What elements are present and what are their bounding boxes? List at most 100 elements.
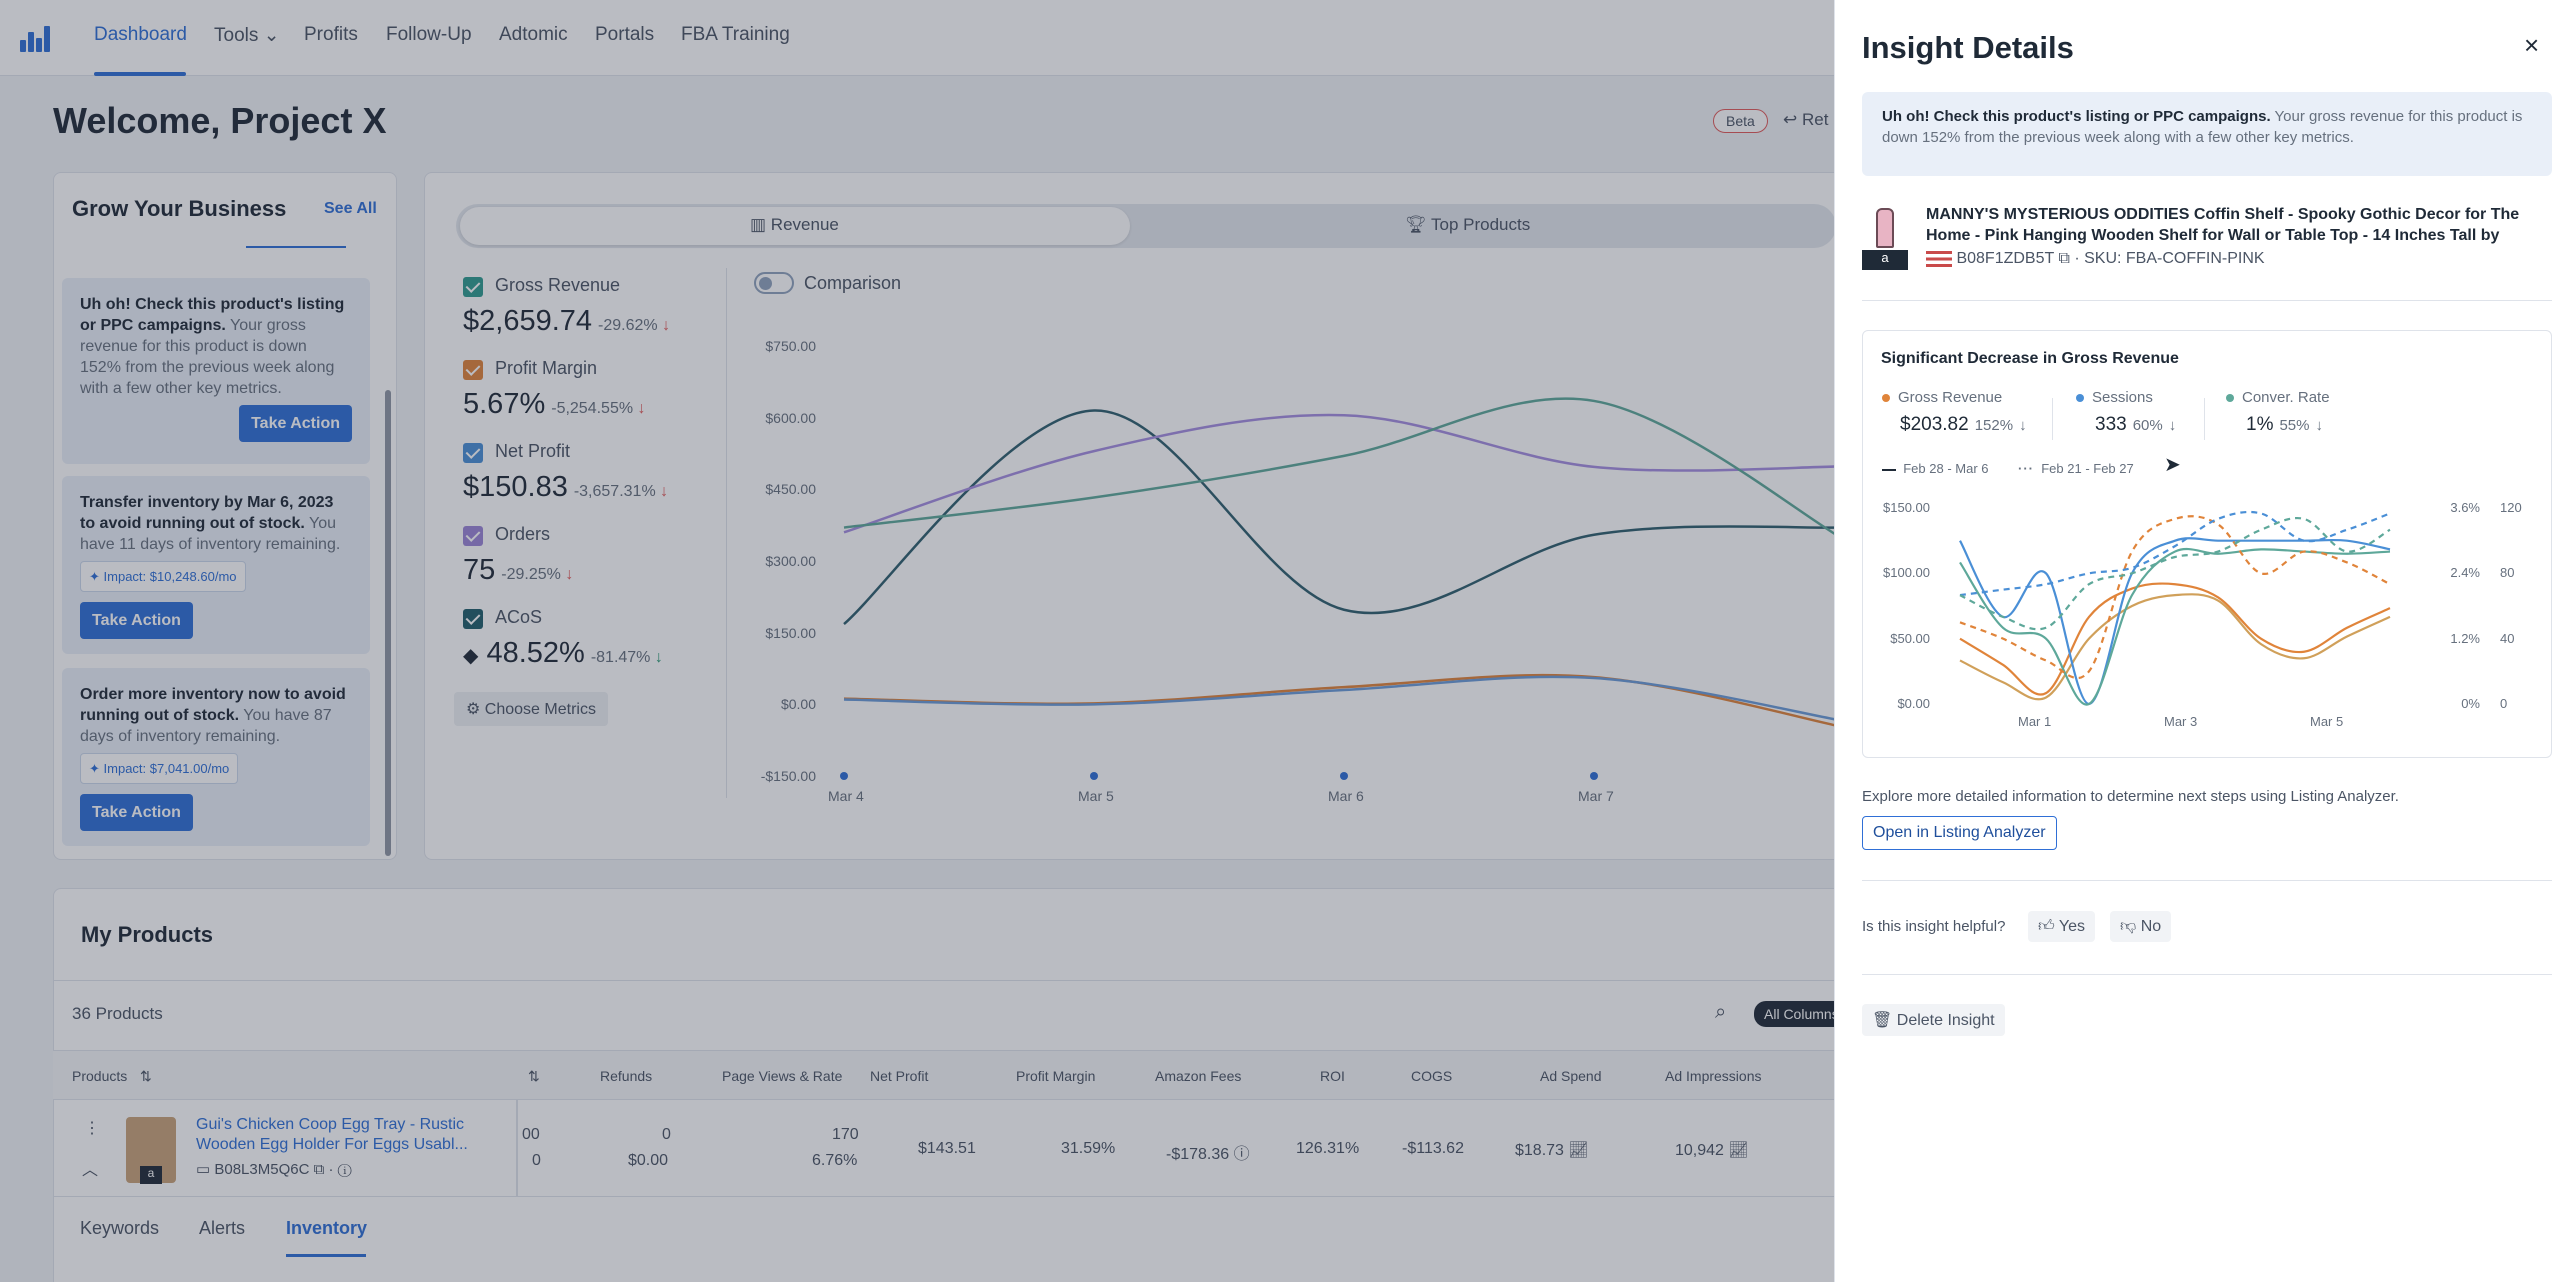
arrow-down-icon: ↓ bbox=[654, 649, 663, 666]
line-chart-icon[interactable]: 📈︎ bbox=[1728, 1142, 1748, 1159]
arrow-down-icon: ↓ bbox=[637, 400, 646, 417]
products-count: 36 Products bbox=[72, 1004, 163, 1023]
x-axis-marker[interactable] bbox=[1590, 772, 1598, 780]
sort-icon[interactable]: ⇅ bbox=[140, 1068, 152, 1085]
col-ad-spend[interactable]: Ad Spend bbox=[1540, 1068, 1602, 1084]
sort-icon[interactable]: ⇅ bbox=[528, 1068, 540, 1085]
checkbox-profit-margin[interactable] bbox=[463, 360, 483, 380]
checkbox-net-profit[interactable] bbox=[463, 443, 483, 463]
col-net-profit[interactable]: Net Profit bbox=[870, 1068, 928, 1084]
panel-title: Insight Details bbox=[1862, 30, 2074, 65]
choose-metrics-button[interactable]: ⚙ Choose Metrics bbox=[454, 692, 608, 726]
close-icon[interactable]: × bbox=[2524, 30, 2539, 61]
nav-profits[interactable]: Profits bbox=[304, 24, 358, 46]
column-divider bbox=[516, 1100, 518, 1196]
trash-icon: 🗑︎ bbox=[1872, 1012, 1893, 1029]
x-axis-marker[interactable] bbox=[1340, 772, 1348, 780]
y-tick-right: 40 bbox=[2500, 630, 2515, 646]
y-tick-mid: 2.4% bbox=[2450, 565, 2480, 581]
series-line-1 bbox=[843, 413, 1834, 534]
copy-icon[interactable]: ⧉ bbox=[314, 1161, 325, 1178]
x-tick-label: Mar 3 bbox=[2164, 714, 2198, 729]
insight-card-order[interactable]: Order more inventory now to avoid runnin… bbox=[62, 668, 370, 846]
app-logo-icon[interactable] bbox=[20, 24, 50, 52]
y-tick-label: $600.00 bbox=[765, 409, 816, 426]
arrow-down-icon: ↓ bbox=[565, 566, 574, 583]
divider bbox=[1862, 300, 2552, 301]
checkbox-orders[interactable] bbox=[463, 526, 483, 546]
series-line-2 bbox=[843, 397, 1834, 535]
metric-change: -29.25% bbox=[501, 566, 561, 583]
col-cogs[interactable]: COGS bbox=[1411, 1068, 1452, 1084]
product-name-link[interactable]: Gui's Chicken Coop Egg Tray - Rustic Woo… bbox=[196, 1115, 486, 1155]
row-menu-icon[interactable]: ⋮ bbox=[84, 1118, 100, 1138]
y-tick-label: $150.00 bbox=[765, 624, 816, 641]
nav-portals[interactable]: Portals bbox=[595, 24, 654, 46]
take-action-button[interactable]: Take Action bbox=[80, 794, 193, 831]
search-icon[interactable]: ⌕ bbox=[1715, 1001, 1726, 1024]
metric-change: -29.62% bbox=[598, 317, 658, 334]
cell-ad-spend: $18.73 📈︎ bbox=[1515, 1142, 1589, 1159]
subtab-keywords[interactable]: Keywords bbox=[80, 1218, 159, 1239]
y-tick-left: $150.00 bbox=[1883, 500, 1930, 515]
nav-dashboard[interactable]: Dashboard bbox=[94, 24, 187, 46]
sig-legend-conversion: Conver. Rate bbox=[2226, 389, 2330, 406]
metric-label: Orders bbox=[495, 524, 551, 544]
insights-scrollbar[interactable] bbox=[385, 390, 391, 856]
col-products[interactable]: Products bbox=[72, 1068, 127, 1084]
x-axis-marker[interactable] bbox=[840, 772, 848, 780]
return-button[interactable]: ↩ Ret bbox=[1783, 110, 1828, 130]
cursor-icon: ➤ bbox=[2164, 454, 2181, 476]
col-roi[interactable]: ROI bbox=[1320, 1068, 1345, 1084]
col-amazon-fees[interactable]: Amazon Fees bbox=[1155, 1068, 1241, 1084]
y-tick-right: 0 bbox=[2500, 696, 2508, 711]
chevron-up-icon[interactable]: ︿ bbox=[82, 1156, 98, 1180]
active-subtab-underline bbox=[286, 1254, 366, 1257]
open-listing-analyzer-button[interactable]: Open in Listing Analyzer bbox=[1862, 816, 2057, 850]
yes-button[interactable]: 👍︎ Yes bbox=[2028, 911, 2095, 942]
us-flag-icon: ▭ bbox=[196, 1161, 211, 1178]
line-chart-icon[interactable]: 📈︎ bbox=[1568, 1142, 1588, 1159]
comparison-label: Comparison bbox=[804, 273, 902, 293]
no-button[interactable]: 👎︎ No bbox=[2110, 911, 2172, 942]
copy-icon[interactable]: ⧉ bbox=[2058, 250, 2069, 267]
tab-top-products[interactable]: 🏆︎ Top Products bbox=[1405, 215, 1530, 235]
col-ad-impressions[interactable]: Ad Impressions bbox=[1665, 1068, 1761, 1084]
y-tick-left: $0.00 bbox=[1897, 696, 1930, 711]
nav-follow-up[interactable]: Follow-Up bbox=[386, 24, 472, 46]
chevron-down-icon: ⌄ bbox=[263, 25, 280, 46]
take-action-button[interactable]: Take Action bbox=[239, 405, 352, 442]
comparison-toggle[interactable] bbox=[754, 272, 794, 294]
amazon-icon: a bbox=[1862, 250, 1908, 270]
nav-tools[interactable]: Tools ⌄ bbox=[214, 24, 280, 47]
see-all-link[interactable]: See All bbox=[324, 200, 377, 218]
checkbox-acos[interactable] bbox=[463, 609, 483, 629]
divider bbox=[2204, 398, 2205, 440]
take-action-button[interactable]: Take Action bbox=[80, 602, 193, 639]
metric-label: ACoS bbox=[495, 607, 543, 627]
series-line-4 bbox=[843, 675, 1834, 721]
metric-value: $150.83 bbox=[463, 471, 568, 503]
insight-card-revenue[interactable]: Uh oh! Check this product's listing or P… bbox=[62, 278, 370, 464]
metric-value: 48.52% bbox=[486, 637, 585, 669]
arrow-down-icon: ↓ bbox=[662, 317, 671, 334]
info-icon[interactable]: ⓘ bbox=[338, 1161, 352, 1178]
nav-adtomic[interactable]: Adtomic bbox=[499, 24, 568, 46]
col-profit-margin[interactable]: Profit Margin bbox=[1016, 1068, 1095, 1084]
sig-legend-sessions: Sessions bbox=[2076, 389, 2153, 406]
delete-insight-button[interactable]: 🗑︎ Delete Insight bbox=[1862, 1004, 2005, 1036]
info-icon[interactable]: ⓘ bbox=[1234, 1146, 1250, 1163]
metric-value: 75 bbox=[463, 554, 496, 586]
checkbox-gross-revenue[interactable] bbox=[463, 277, 483, 297]
insight-card-transfer[interactable]: Transfer inventory by Mar 6, 2023 to avo… bbox=[62, 476, 370, 654]
series-line-0 bbox=[843, 409, 1834, 626]
x-axis-marker[interactable] bbox=[1090, 772, 1098, 780]
col-refunds[interactable]: Refunds bbox=[600, 1068, 652, 1084]
subtab-inventory[interactable]: Inventory bbox=[286, 1218, 367, 1239]
y-tick-label: $300.00 bbox=[765, 553, 816, 569]
subtab-alerts[interactable]: Alerts bbox=[199, 1218, 245, 1239]
nav-fba-training[interactable]: FBA Training bbox=[681, 24, 790, 46]
col-page-views[interactable]: Page Views & Rate bbox=[722, 1068, 842, 1084]
return-arrow-icon: ↩ bbox=[1783, 110, 1798, 129]
tab-revenue[interactable]: ▥ Revenue bbox=[750, 215, 839, 235]
